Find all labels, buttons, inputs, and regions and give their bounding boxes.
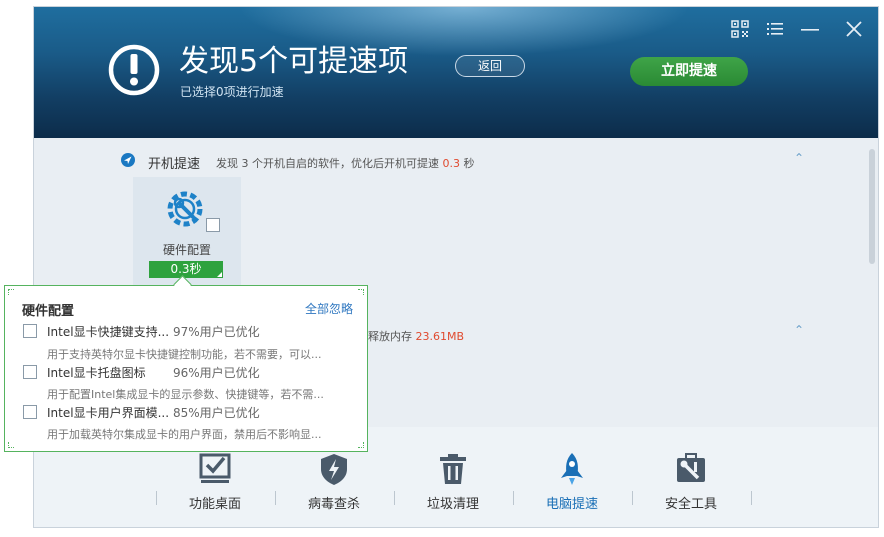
hardware-config-popup: 硬件配置 全部忽略 Intel显卡快捷键支持... 97%用户已优化 用于支持英… (4, 285, 368, 452)
nav-item-cleanup[interactable]: 垃圾清理 (394, 427, 512, 527)
item-description: 用于配置Intel集成显卡的显示参数、快捷键等，若不需... (47, 388, 324, 401)
menu-icon[interactable] (765, 19, 785, 39)
speedup-now-button[interactable]: 立即提速 (630, 57, 748, 86)
nav-label: 功能桌面 (188, 497, 241, 512)
startup-speedup-value: 0.3 (442, 157, 461, 170)
nav-label: 安全工具 (664, 497, 717, 512)
item-checkbox[interactable] (23, 365, 37, 379)
page-title: 发现5个可提速项 (179, 44, 409, 79)
section-desc-memory: 释放内存 23.61MB (368, 328, 464, 344)
nav-item-security-tools[interactable]: 安全工具 (632, 427, 750, 527)
compass-icon (121, 153, 135, 167)
item-checkbox[interactable] (23, 324, 37, 338)
header-banner: 发现5个可提速项 已选择0项进行加速 返回 立即提速 (34, 7, 878, 138)
startup-desc-text: 发现 3 个开机自启的软件，优化后开机可提速 (216, 157, 443, 170)
item-name[interactable]: Intel显卡托盘图标 (47, 364, 146, 381)
popup-corner (8, 442, 14, 448)
popup-corner (358, 442, 364, 448)
nav-separator (751, 491, 752, 505)
collapse-chevron-up-icon[interactable]: ⌃ (794, 151, 804, 165)
nav-label: 垃圾清理 (426, 497, 479, 512)
startup-speedup-unit: 秒 (460, 157, 475, 170)
item-optimized-pct: 96%用户已优化 (173, 366, 260, 380)
nav-item-speedup[interactable]: 电脑提速 (513, 427, 631, 527)
popup-corner (358, 289, 364, 295)
item-optimized-pct: 97%用户已优化 (173, 325, 260, 339)
item-name[interactable]: Intel显卡快捷键支持... (47, 323, 169, 340)
toolbox-icon (677, 453, 705, 482)
close-icon[interactable] (844, 19, 864, 39)
rocket-icon (561, 453, 583, 485)
ignore-all-link[interactable]: 全部忽略 (305, 300, 353, 317)
selection-status: 已选择0项进行加速 (180, 85, 284, 99)
hardware-config-card[interactable]: 硬件配置 0.3秒 (133, 177, 241, 285)
memory-release-value: 23.61MB (415, 330, 465, 343)
item-description: 用于支持英特尔显卡快捷键控制功能，若不需要，可以... (47, 348, 322, 361)
trash-icon (440, 454, 466, 484)
item-checkbox[interactable] (23, 405, 37, 419)
memory-desc-text: 释放内存 (368, 330, 416, 343)
card-checkbox[interactable] (206, 218, 220, 232)
gear-wrench-icon (167, 191, 203, 227)
badge-corner-mark (217, 272, 222, 277)
nav-label: 病毒查杀 (307, 497, 360, 512)
card-label: 硬件配置 (162, 243, 211, 257)
collapse-chevron-up-icon-2[interactable]: ⌃ (794, 323, 804, 337)
minimize-icon[interactable] (800, 19, 820, 39)
desktop-check-icon (199, 453, 231, 483)
section-title-startup: 开机提速 (148, 157, 201, 172)
back-button[interactable]: 返回 (455, 55, 525, 77)
popup-corner (8, 289, 14, 295)
item-optimized-pct: 85%用户已优化 (173, 406, 260, 420)
shield-lightning-icon (321, 454, 347, 485)
item-description: 用于加载英特尔集成显卡的用户界面，禁用后不影响显... (47, 428, 322, 441)
scrollbar-thumb[interactable] (869, 149, 875, 264)
item-name[interactable]: Intel显卡用户界面模... (47, 404, 169, 421)
card-time-badge[interactable]: 0.3秒 (149, 261, 223, 278)
nav-label: 电脑提速 (545, 497, 598, 512)
popup-title: 硬件配置 (22, 304, 75, 319)
section-desc-startup: 发现 3 个开机自启的软件，优化后开机可提速 0.3 秒 (216, 155, 475, 171)
qrcode-icon[interactable] (730, 19, 750, 39)
alert-circle-icon (108, 44, 160, 96)
